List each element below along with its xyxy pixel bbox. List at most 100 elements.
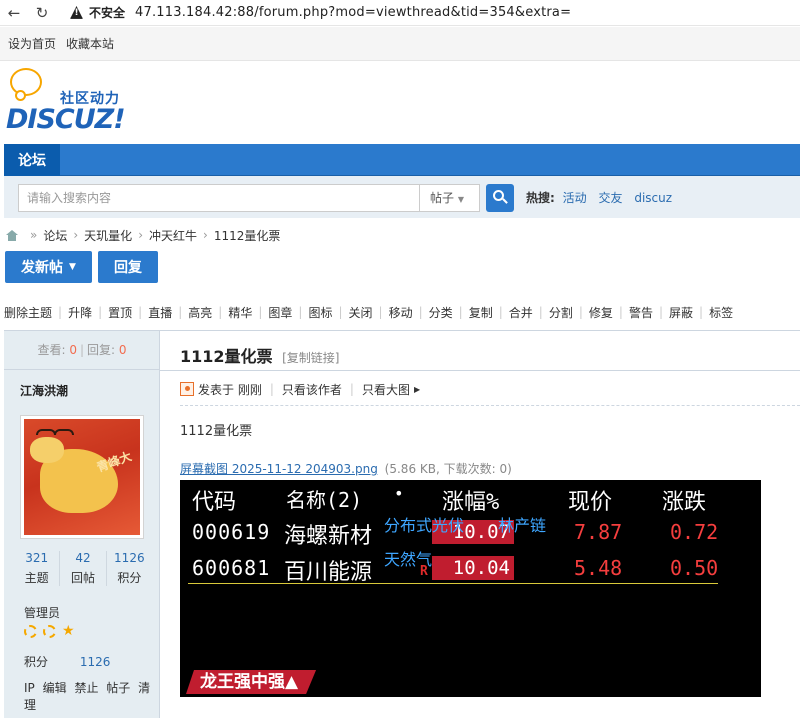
stat-threads[interactable]: 321 主题 [14, 551, 61, 586]
mod-tool-item[interactable]: 删除主题 [4, 304, 52, 321]
top-links: 设为首页 收藏本站 [0, 27, 800, 61]
new-post-label: 发新帖 [21, 260, 64, 276]
author-name[interactable]: 江海洪潮 [20, 382, 68, 399]
thread-title: 1112量化票 [180, 347, 273, 366]
bookmark-link[interactable]: 收藏本站 [66, 35, 114, 52]
mod-tool-item[interactable]: 合并 [509, 304, 533, 321]
mod-tool-item[interactable]: 精华 [228, 304, 252, 321]
stat-score[interactable]: 1126 积分 [107, 551, 152, 586]
divider: | [578, 305, 583, 319]
score-value[interactable]: 1126 [80, 655, 111, 669]
search-type-select[interactable]: 帖子 ▼ [420, 184, 480, 212]
hot-search: 热搜: 活动 交友 discuz [526, 184, 680, 212]
divider [188, 583, 718, 584]
divider: | [269, 382, 274, 396]
new-post-button[interactable]: 发新帖 ▼ [5, 251, 92, 283]
post-body: 1112量化票 [180, 424, 253, 439]
main-nav: 论坛 [4, 144, 800, 176]
change-cell: 0.50 [670, 556, 719, 580]
col-header-dot: • [394, 484, 404, 503]
divider: | [338, 305, 343, 319]
author-sidebar: 查看: 0 | 回复: 0 江海洪潮 青峰大 321 主题 42 回帖 1126 积分 管… [4, 331, 160, 718]
mod-tool-item[interactable]: 分割 [549, 304, 573, 321]
breadcrumb-item[interactable]: 冲天红牛 [149, 227, 197, 244]
divider [4, 369, 160, 370]
mod-tool-item[interactable]: 复制 [469, 304, 493, 321]
bull-horn [54, 429, 74, 435]
admin-link-ip[interactable]: IP [24, 681, 35, 695]
breadcrumb-separator: › [138, 228, 143, 242]
reply-label: 回复: [87, 343, 116, 357]
admin-link-ban[interactable]: 禁止 [74, 681, 98, 695]
mod-tool-item[interactable]: 图章 [268, 304, 292, 321]
attachment-link[interactable]: 屏幕截图 2025-11-12 204903.png [180, 462, 378, 476]
breadcrumb: » 论坛 › 天玑量化 › 冲天红牛 › 1112量化票 [6, 226, 280, 244]
divider: | [349, 382, 354, 396]
big-image-link[interactable]: 只看大图 [362, 381, 410, 398]
attached-image[interactable]: 代码 名称(2) • 涨幅% 现价 涨跌 000619 海螺新材 10.07 分… [180, 480, 761, 697]
copy-link[interactable]: [复制链接] [282, 351, 339, 365]
avatar[interactable]: 青峰大 [20, 415, 144, 539]
browser-toolbar: ← ↻ ! 不安全 47.113.184.42:88/forum.php?mod… [0, 0, 800, 26]
avatar-image: 青峰大 [24, 419, 140, 535]
reload-icon[interactable]: ↻ [28, 0, 56, 26]
price-cell: 5.48 [574, 556, 623, 580]
search-bar: 请输入搜索内容 帖子 ▼ 热搜: 活动 交友 discuz [4, 176, 800, 218]
home-icon[interactable] [6, 229, 18, 241]
mod-tool-item[interactable]: 移动 [389, 304, 413, 321]
set-homepage-link[interactable]: 设为首页 [8, 35, 56, 52]
stat-label: 积分 [117, 571, 142, 585]
mod-tool-item[interactable]: 置顶 [108, 304, 132, 321]
sun-icon [24, 625, 37, 638]
attachment: 屏幕截图 2025-11-12 204903.png (5.86 KB, 下载次… [180, 460, 512, 477]
reply-button[interactable]: 回复 [98, 251, 158, 283]
security-indicator[interactable]: ! 不安全 47.113.184.42:88/forum.php?mod=vie… [70, 4, 571, 21]
breadcrumb-item[interactable]: 天玑量化 [84, 227, 132, 244]
concept-tag: 分布式光伏 [384, 516, 465, 535]
search-input[interactable]: 请输入搜索内容 [18, 184, 420, 212]
mod-tool-item[interactable]: 高亮 [188, 304, 212, 321]
mod-tool-item[interactable]: 警告 [629, 304, 653, 321]
stat-replies[interactable]: 42 回帖 [60, 551, 107, 586]
mod-tool-item[interactable]: 图标 [308, 304, 332, 321]
breadcrumb-separator: › [203, 228, 208, 242]
site-logo[interactable]: 社区动力 DISCUZ! [4, 66, 134, 136]
nav-tab-forum[interactable]: 论坛 [4, 144, 60, 176]
view-count: 0 [69, 343, 77, 357]
hot-item[interactable]: discuz [634, 191, 672, 205]
mod-tool-item[interactable]: 升降 [68, 304, 92, 321]
only-author-link[interactable]: 只看该作者 [282, 381, 342, 398]
divider: | [58, 305, 63, 319]
mod-tool-item[interactable]: 关闭 [349, 304, 373, 321]
mod-tool-item[interactable]: 修复 [589, 304, 613, 321]
divider: | [178, 305, 183, 319]
admin-link-posts[interactable]: 帖子 [106, 681, 130, 695]
breadcrumb-separator: » [30, 228, 38, 242]
user-role[interactable]: 管理员 [24, 604, 60, 621]
price-cell: 7.87 [574, 520, 623, 544]
search-button[interactable] [486, 184, 514, 212]
mod-tool-item[interactable]: 直播 [148, 304, 172, 321]
chevron-right-icon: ▶ [413, 384, 421, 394]
hot-item[interactable]: 活动 [563, 191, 587, 205]
stock-code: 000619 [192, 520, 271, 544]
admin-link-edit[interactable]: 编辑 [43, 681, 67, 695]
rank-icons: ★ [24, 624, 75, 638]
bull-horn [36, 429, 56, 435]
hot-search-label: 热搜: [526, 191, 555, 205]
search-icon-handle [502, 198, 508, 204]
reply-count: 0 [118, 343, 127, 357]
warning-icon: ! [70, 6, 83, 19]
breadcrumb-item[interactable]: 1112量化票 [214, 227, 281, 244]
hot-item[interactable]: 交友 [598, 191, 622, 205]
mod-tool-item[interactable]: 标签 [709, 304, 733, 321]
url-field[interactable]: 47.113.184.42:88/forum.php?mod=viewthrea… [135, 5, 571, 20]
back-icon[interactable]: ← [0, 0, 28, 26]
banner: 龙王强中强▲ [186, 670, 316, 694]
breadcrumb-item[interactable]: 论坛 [43, 227, 67, 244]
mod-tool-item[interactable]: 分类 [429, 304, 453, 321]
divider: | [79, 343, 85, 357]
col-header-code: 代码 [192, 490, 237, 515]
mod-tool-item[interactable]: 屏蔽 [669, 304, 693, 321]
bull-head [30, 437, 64, 463]
